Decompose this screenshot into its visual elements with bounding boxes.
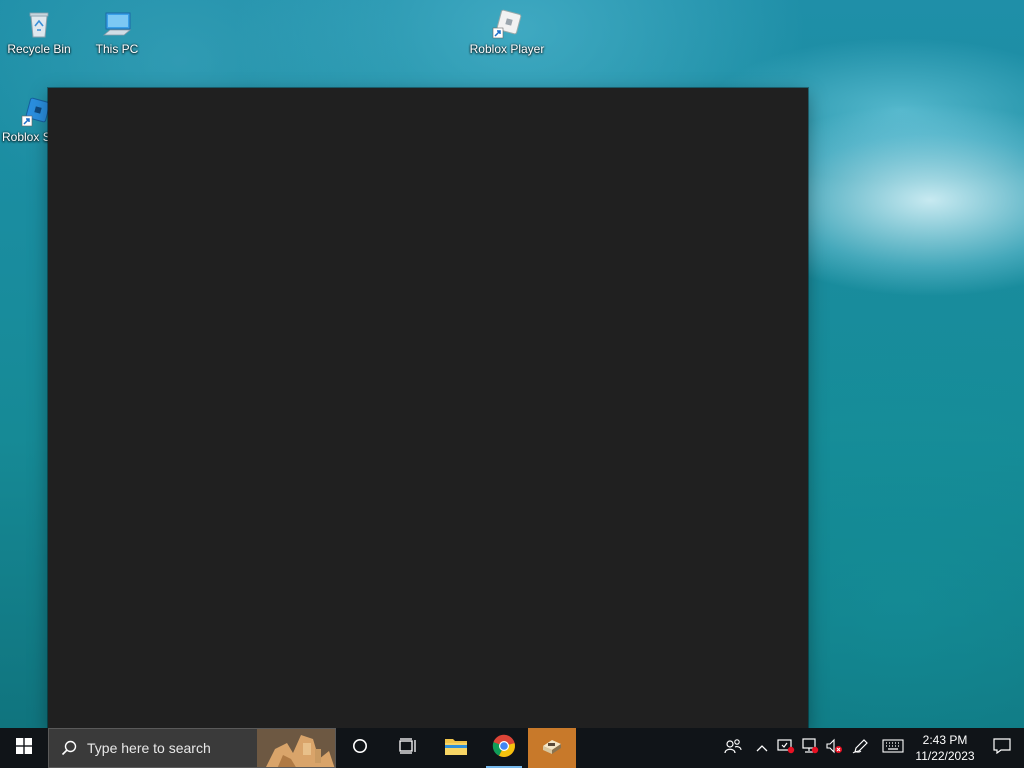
taskbar: Type here to search 2:43 PM 11/22/2023 [0,728,1024,768]
clock[interactable]: 2:43 PM 11/22/2023 [910,732,980,764]
people-icon [724,738,742,759]
desktop-icon-this-pc[interactable]: This PC [78,4,156,56]
windows-logo-icon [16,737,32,759]
taskbar-file-explorer[interactable] [432,728,480,768]
search-input[interactable]: Type here to search [48,728,336,768]
volume-muted-icon [825,738,843,759]
folder-icon [444,736,468,761]
desktop-icon-label: This PC [95,42,139,56]
volume-tray-button[interactable] [822,728,846,768]
people-button[interactable] [716,728,750,768]
taskbar-running-app[interactable] [528,728,576,768]
task-view-icon [399,737,417,759]
pen-icon [852,738,870,759]
show-hidden-icons-button[interactable] [750,728,774,768]
security-alert-icon [777,738,795,759]
roblox-icon [491,8,523,40]
system-tray: 2:43 PM 11/22/2023 [716,728,1024,768]
desktop-icon-label: Roblox Player [469,42,545,56]
network-tray-button[interactable] [798,728,822,768]
cortana-circle-icon [352,738,368,759]
touch-keyboard-button[interactable] [876,728,910,768]
clock-time: 2:43 PM [922,733,968,747]
task-view-button[interactable] [384,728,432,768]
desktop-icon-label: Recycle Bin [7,42,71,56]
taskbar-chrome[interactable] [480,728,528,768]
search-placeholder: Type here to search [87,740,211,756]
desktop-icon-recycle-bin[interactable]: Recycle Bin [0,4,78,56]
app-window[interactable] [48,88,808,728]
search-icon [61,740,77,756]
app-icon [540,736,564,761]
notification-icon [993,737,1011,759]
desktop-icon-label: Roblox S [2,130,48,144]
recycle-bin-icon [23,8,55,40]
pen-workspace-button[interactable] [846,728,876,768]
computer-icon [101,8,133,40]
roblox-studio-icon [20,96,48,128]
desktop-icon-roblox-player[interactable]: Roblox Player [468,4,546,56]
chrome-icon [492,734,516,763]
clock-date: 11/22/2023 [915,749,975,763]
keyboard-icon [882,738,904,758]
chevron-up-icon [756,739,768,757]
action-center-button[interactable] [980,728,1024,768]
security-tray-button[interactable] [774,728,798,768]
search-highlight-image [257,729,335,767]
start-button[interactable] [0,728,48,768]
network-icon [801,737,819,759]
desktop-icon-roblox-studio[interactable]: Roblox S [0,92,48,144]
cortana-button[interactable] [336,728,384,768]
